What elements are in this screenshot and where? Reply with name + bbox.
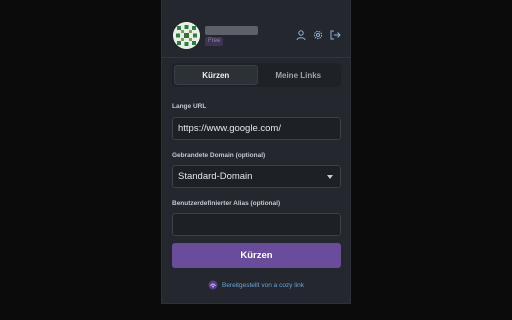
domain-select[interactable]: Standard-Domain (172, 165, 341, 188)
gear-icon[interactable] (312, 29, 324, 41)
header: Free (162, 0, 350, 58)
logout-icon[interactable] (329, 29, 341, 41)
tab-meine-links[interactable]: Meine Links (258, 65, 340, 85)
chevron-down-icon (327, 175, 333, 179)
domain-label: Gebrandete Domain (optional) (172, 152, 266, 159)
alias-input[interactable] (172, 213, 341, 236)
header-actions (295, 29, 341, 41)
long-url-label: Lange URL (172, 103, 207, 110)
extension-popup: Free Kürzen Meine Links Lange URL https:… (161, 0, 351, 304)
footer-link[interactable]: Bereitgestellt von a cozy link (222, 282, 304, 289)
alias-label: Benutzerdefinierter Alias (optional) (172, 200, 281, 207)
avatar[interactable] (173, 22, 200, 49)
plan-badge: Free (205, 37, 224, 46)
username-placeholder (205, 26, 258, 35)
footer: Bereitgestellt von a cozy link (162, 280, 350, 290)
cozy-link-logo-icon (208, 280, 218, 290)
tab-bar: Kürzen Meine Links (172, 63, 341, 87)
long-url-input[interactable]: https://www.google.com/ (172, 117, 341, 140)
shorten-button[interactable]: Kürzen (172, 243, 341, 268)
tab-kuerzen[interactable]: Kürzen (174, 65, 258, 85)
user-icon[interactable] (295, 29, 307, 41)
domain-select-value: Standard-Domain (178, 171, 253, 182)
